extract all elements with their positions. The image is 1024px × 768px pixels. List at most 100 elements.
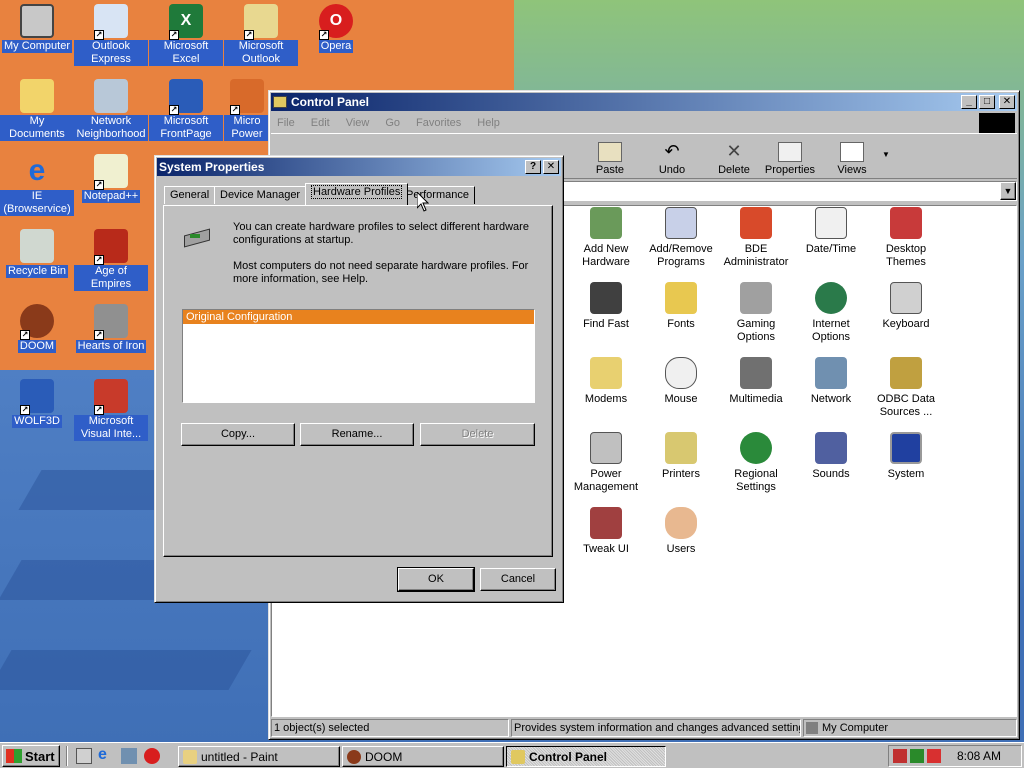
doom-icon xyxy=(347,749,361,764)
cp-mouse[interactable]: Mouse xyxy=(644,357,718,406)
ok-button[interactable]: OK xyxy=(397,567,475,592)
cp-keyboard[interactable]: Keyboard xyxy=(869,282,943,331)
cp-network[interactable]: Network xyxy=(794,357,868,406)
properties-icon xyxy=(778,142,802,162)
address-input[interactable]: ▼ xyxy=(561,181,1017,201)
cancel-button[interactable]: Cancel xyxy=(480,568,556,591)
tray-volume-icon[interactable] xyxy=(927,749,941,763)
close-button[interactable]: ✕ xyxy=(999,95,1015,109)
desktop-icon-doom[interactable]: ↗ DOOM xyxy=(0,304,74,353)
clock[interactable]: 8:08 AM xyxy=(957,749,1001,763)
cp-printers[interactable]: Printers xyxy=(644,432,718,481)
tab-hardware-profiles[interactable]: Hardware Profiles xyxy=(305,183,409,205)
cp-add-new-hardware[interactable]: Add New Hardware xyxy=(569,207,643,269)
chevron-down-icon[interactable]: ▼ xyxy=(1000,182,1016,200)
opera-icon[interactable] xyxy=(144,748,160,764)
bde-icon xyxy=(740,207,772,239)
tab-performance[interactable]: Performance xyxy=(400,186,475,204)
profile-item-original[interactable]: Original Configuration xyxy=(183,310,534,324)
desktop-icon-frontpage[interactable]: ↗ Microsoft FrontPage xyxy=(149,79,223,141)
desktop-icon-powerpoint[interactable]: ↗ Micro Power xyxy=(224,79,270,141)
delete-button[interactable]: Delete xyxy=(420,423,535,446)
delete-button[interactable]: ✕ Delete xyxy=(712,142,756,176)
properties-button[interactable]: Properties xyxy=(763,142,817,176)
menu-view[interactable]: View xyxy=(346,117,370,129)
cp-odbc[interactable]: ODBC Data Sources ... xyxy=(869,357,943,419)
menu-edit[interactable]: Edit xyxy=(311,117,330,129)
views-button[interactable]: Views xyxy=(832,142,872,176)
taskbar-button-paint[interactable]: untitled - Paint xyxy=(178,746,340,767)
desktop-icon-label: My Computer xyxy=(1,40,73,53)
cp-sounds[interactable]: Sounds xyxy=(794,432,868,481)
close-button[interactable]: ✕ xyxy=(543,160,559,174)
network-icon[interactable] xyxy=(121,748,137,764)
views-icon xyxy=(840,142,864,162)
menu-help[interactable]: Help xyxy=(477,117,500,129)
cp-bde-administrator[interactable]: BDE Administrator xyxy=(719,207,793,269)
desktop-icon-my-computer[interactable]: My Computer xyxy=(0,4,74,53)
maximize-button[interactable]: □ xyxy=(979,95,995,109)
desktop-icon-visual-interdev[interactable]: ↗ Microsoft Visual Inte... xyxy=(74,379,148,441)
menu-favorites[interactable]: Favorites xyxy=(416,117,461,129)
desktop-icon-notepad-plus[interactable]: ↗ Notepad++ xyxy=(74,154,148,203)
desktop-icon-outlook[interactable]: ↗ Microsoft Outlook xyxy=(224,4,298,66)
computer-icon xyxy=(890,432,922,464)
desktop-icon-network-neighborhood[interactable]: Network Neighborhood xyxy=(74,79,148,141)
cp-fonts[interactable]: Fonts xyxy=(644,282,718,331)
delete-icon: ✕ xyxy=(726,141,742,161)
start-button[interactable]: Start xyxy=(2,745,60,767)
taskbar-button-control-panel[interactable]: Control Panel xyxy=(506,746,666,767)
desktop-icon-ie[interactable]: e IE (Browservice) xyxy=(0,154,74,216)
cp-regional-settings[interactable]: Regional Settings xyxy=(719,432,793,494)
system-tray: 8:08 AM xyxy=(888,745,1022,767)
copy-button[interactable]: Copy... xyxy=(181,423,295,446)
desktop-icon-opera[interactable]: O ↗ Opera xyxy=(299,4,373,53)
cp-gaming-options[interactable]: Gaming Options xyxy=(719,282,793,344)
profiles-list[interactable]: Original Configuration xyxy=(182,309,535,403)
excel-icon: X ↗ xyxy=(169,4,203,40)
desktop-icon-recycle-bin[interactable]: Recycle Bin xyxy=(0,229,74,278)
info-text-1: You can create hardware profiles to sele… xyxy=(233,221,529,246)
help-button[interactable]: ? xyxy=(525,160,541,174)
cp-find-fast[interactable]: Find Fast xyxy=(569,282,643,331)
menu-go[interactable]: Go xyxy=(385,117,400,129)
desktop-icon-label: Microsoft Excel xyxy=(149,40,223,66)
tray-app-icon[interactable] xyxy=(893,749,907,763)
show-desktop-icon[interactable] xyxy=(76,748,92,764)
desktop-icon-hearts-of-iron[interactable]: ↗ Hearts of Iron xyxy=(74,304,148,353)
cp-system[interactable]: System xyxy=(869,432,943,481)
tray-network-icon[interactable] xyxy=(910,749,924,763)
users-icon xyxy=(665,507,697,539)
cp-power-management[interactable]: Power Management xyxy=(569,432,643,494)
views-dropdown-icon[interactable]: ▼ xyxy=(882,150,890,159)
minimize-button[interactable]: _ xyxy=(961,95,977,109)
desktop-icon-age-of-empires[interactable]: ↗ Age of Empires xyxy=(74,229,148,291)
internet-explorer-icon[interactable]: e xyxy=(98,747,114,764)
menu-file[interactable]: File xyxy=(277,117,295,129)
system-properties-titlebar[interactable]: System Properties ? ✕ xyxy=(157,158,561,176)
cp-tweak-ui[interactable]: Tweak UI xyxy=(569,507,643,556)
status-location: My Computer xyxy=(803,719,1017,737)
cp-modems[interactable]: Modems xyxy=(569,357,643,406)
control-panel-titlebar[interactable]: Control Panel _ □ ✕ xyxy=(271,93,1017,111)
desktop-icon-my-documents[interactable]: My Documents xyxy=(0,79,74,141)
desktop-icon-label: Microsoft FrontPage xyxy=(149,115,223,141)
undo-button[interactable]: ↶ Undo xyxy=(652,142,692,176)
network-icon xyxy=(94,79,128,113)
cp-users[interactable]: Users xyxy=(644,507,718,556)
cp-date-time[interactable]: Date/Time xyxy=(794,207,868,256)
cp-desktop-themes[interactable]: Desktop Themes xyxy=(869,207,943,269)
network-icon xyxy=(815,357,847,389)
paste-button[interactable]: Paste xyxy=(590,142,630,176)
tab-device-manager[interactable]: Device Manager xyxy=(214,186,307,204)
cp-item-label: Tweak UI xyxy=(583,543,629,555)
desktop-icon-outlook-express[interactable]: ↗ Outlook Express xyxy=(74,4,148,66)
taskbar-button-doom[interactable]: DOOM xyxy=(342,746,504,767)
tab-general[interactable]: General xyxy=(164,186,216,204)
cp-internet-options[interactable]: Internet Options xyxy=(794,282,868,344)
rename-button[interactable]: Rename... xyxy=(300,423,414,446)
cp-multimedia[interactable]: Multimedia xyxy=(719,357,793,406)
cp-add-remove-programs[interactable]: Add/Remove Programs xyxy=(644,207,718,269)
desktop-icon-excel[interactable]: X ↗ Microsoft Excel xyxy=(149,4,223,66)
desktop-icon-wolf3d[interactable]: ↗ WOLF3D xyxy=(0,379,74,428)
